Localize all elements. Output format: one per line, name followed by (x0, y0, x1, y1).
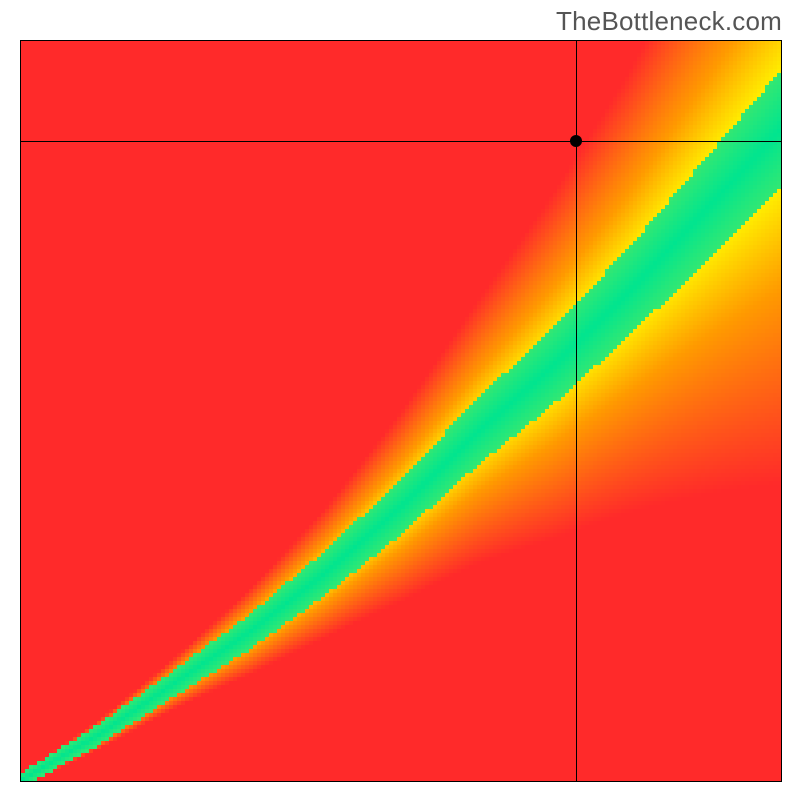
heatmap-canvas (21, 41, 781, 781)
marker-vertical-line (576, 41, 577, 781)
bottleneck-heatmap (20, 40, 782, 782)
marker-dot (570, 135, 582, 147)
marker-horizontal-line (21, 141, 781, 142)
watermark-text: TheBottleneck.com (556, 6, 782, 37)
